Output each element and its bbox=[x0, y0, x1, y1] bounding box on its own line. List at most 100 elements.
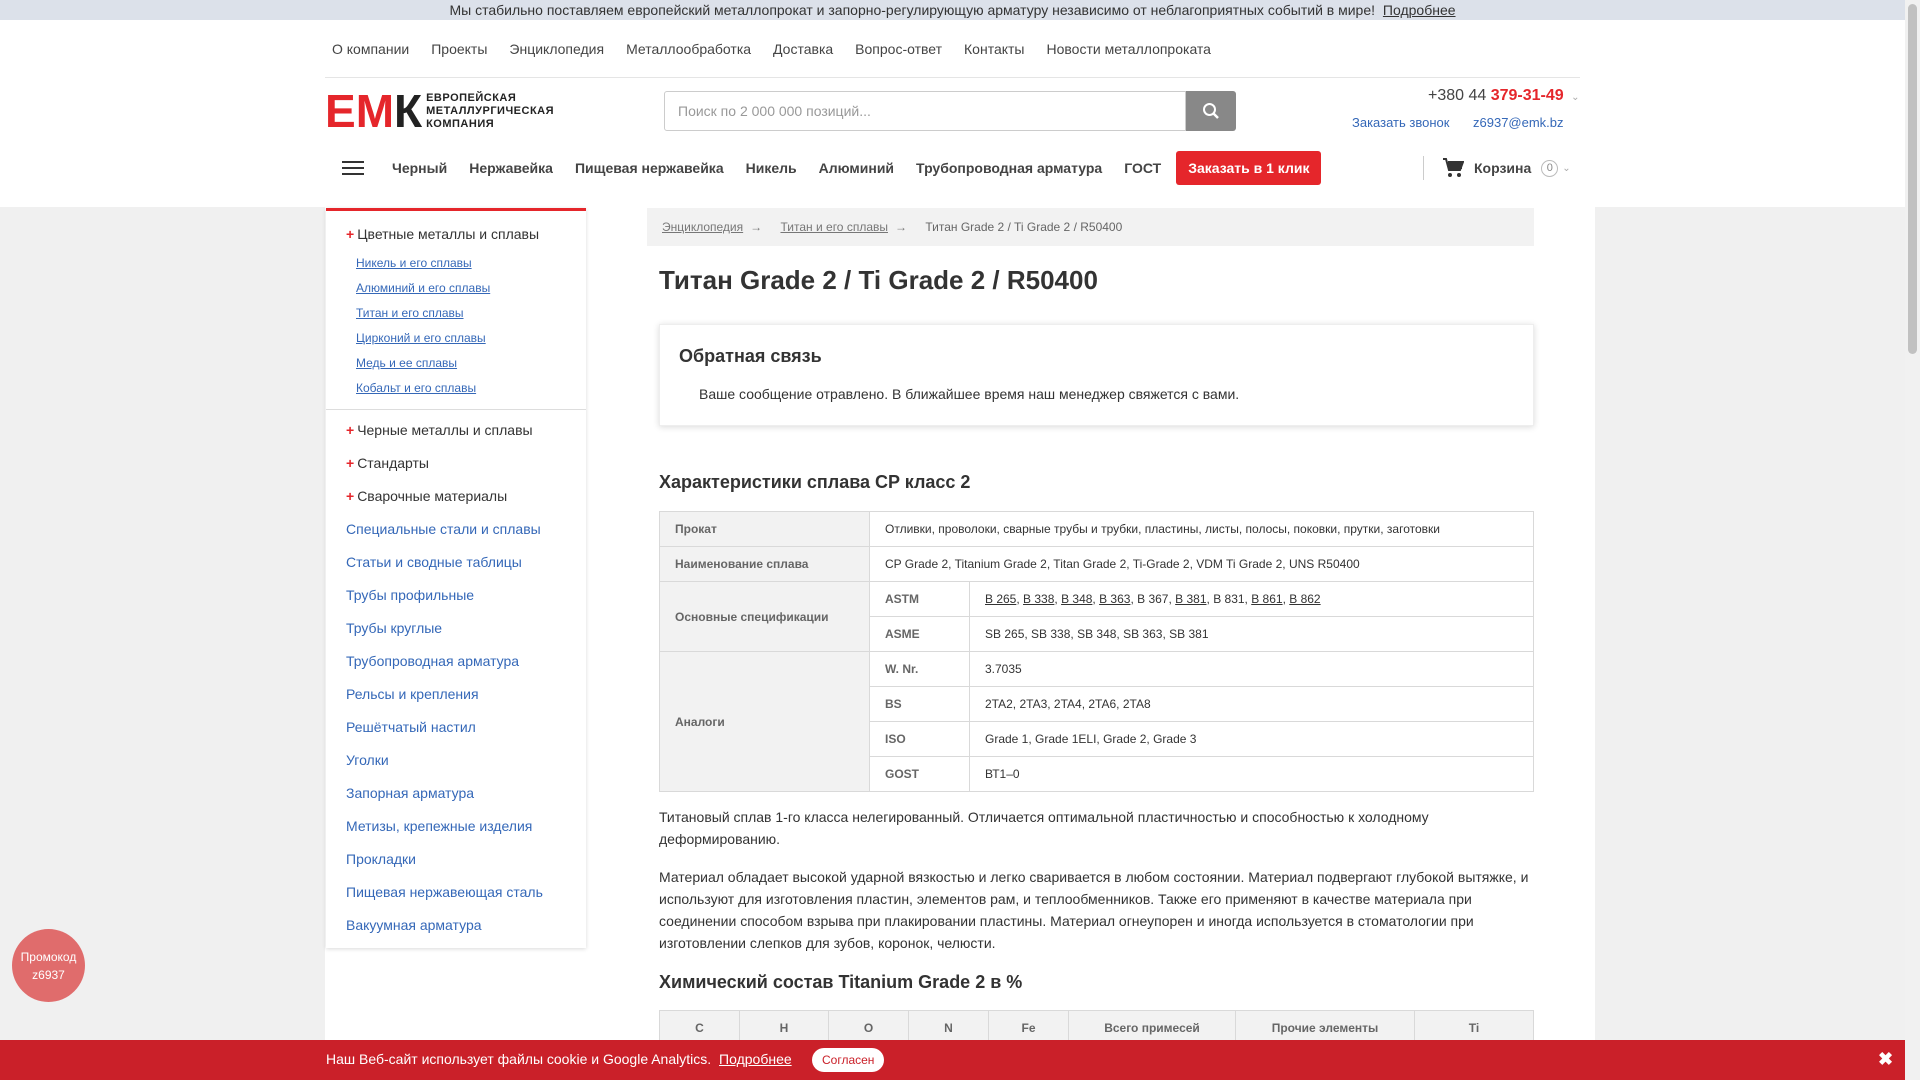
topnav-news[interactable]: Новости металлопроката bbox=[1047, 41, 1211, 57]
close-icon[interactable]: ✖ bbox=[1878, 1049, 1893, 1070]
plus-icon: + bbox=[346, 422, 355, 438]
topnav-encyclopedia[interactable]: Энциклопедия bbox=[509, 41, 604, 57]
sidebar-sub-aluminum[interactable]: Алюминий и его сплавы bbox=[356, 281, 586, 295]
breadcrumb-encyclopedia[interactable]: Энциклопедия bbox=[662, 220, 743, 234]
breadcrumb: Энциклопедия → Титан и его сплавы → Титан … bbox=[647, 208, 1534, 246]
sidebar: + Цветные металлы и сплавы Никель и его с… bbox=[326, 208, 586, 948]
sidebar-sub-zirconium[interactable]: Цирконий и его сплавы bbox=[356, 331, 586, 345]
cookie-message: Наш Веб-сайт использует файлы cookie и G… bbox=[326, 1051, 792, 1067]
description-paragraph: Титановый сплав 1-го класса нелегированн… bbox=[659, 809, 1429, 847]
topnav-about[interactable]: О компании bbox=[332, 41, 409, 57]
category-navigation: Черный Нержавейка Пищевая нержавейка Ник… bbox=[325, 150, 1580, 186]
sidebar-link[interactable]: Прокладки bbox=[326, 843, 586, 876]
spec-value: SB 265, SB 338, SB 348, SB 363, SB 381 bbox=[969, 616, 1534, 652]
scrollbar-thumb[interactable] bbox=[1908, 4, 1917, 354]
sidebar-section-nonferrous[interactable]: + Цветные металлы и сплавы bbox=[326, 223, 586, 245]
topnav-faq[interactable]: Вопрос-ответ bbox=[855, 41, 942, 57]
sidebar-link[interactable]: Трубопроводная арматура bbox=[326, 645, 586, 678]
phone-number[interactable]: +380 44 379-31-49 ⌄ bbox=[1428, 87, 1580, 105]
sidebar-link[interactable]: Специальные стали и сплавы bbox=[326, 513, 586, 546]
spec-key: Прокат bbox=[659, 511, 870, 547]
menu-icon[interactable] bbox=[325, 150, 381, 186]
sidebar-link[interactable]: Вакуумная арматура bbox=[326, 909, 586, 942]
sidebar-link[interactable]: Статьи и сводные таблицы bbox=[326, 546, 586, 579]
logo-mark: ЕМК bbox=[325, 85, 422, 137]
cookie-more-link[interactable]: Подробнее bbox=[719, 1051, 792, 1067]
cookie-accept-button[interactable]: Согласен bbox=[812, 1048, 885, 1072]
sidebar-section-ferrous[interactable]: + Черные металлы и сплавы bbox=[326, 414, 586, 447]
sidebar-link[interactable]: Уголки bbox=[326, 744, 586, 777]
astm-spec-link[interactable]: B 861 bbox=[1251, 592, 1282, 606]
search-button[interactable] bbox=[1186, 91, 1236, 131]
sidebar-section-standards[interactable]: + Стандарты bbox=[326, 447, 586, 480]
cart-icon bbox=[1443, 158, 1464, 177]
company-logo[interactable]: ЕМК ЕВРОПЕЙСКАЯ МЕТАЛЛУРГИЧЕСКАЯ КОМПАНИЯ bbox=[325, 85, 570, 137]
chemical-heading: Химический состав Titanium Grade 2 в % bbox=[659, 972, 1023, 992]
category-stainless[interactable]: Нержавейка bbox=[469, 160, 553, 176]
sidebar-link[interactable]: Трубы круглые bbox=[326, 612, 586, 645]
table-row: Наименование сплава CP Grade 2, Titanium… bbox=[659, 546, 1534, 582]
spec-heading: Характеристики сплава CP класс 2 bbox=[659, 472, 971, 492]
plus-icon: + bbox=[346, 455, 355, 471]
one-click-order-button[interactable]: Заказать в 1 клик bbox=[1176, 151, 1322, 185]
spec-table: Прокат Отливки, проволоки, сварные трубы… bbox=[659, 511, 1534, 792]
spec-value: Отливки, проволоки, сварные трубы и труб… bbox=[869, 511, 1534, 547]
category-pipe-fittings[interactable]: Трубопроводная арматура bbox=[916, 160, 1102, 176]
sidebar-sub-titanium[interactable]: Титан и его сплавы bbox=[356, 306, 586, 320]
topnav-delivery[interactable]: Доставка bbox=[773, 41, 833, 57]
page-scrollbar[interactable] bbox=[1905, 0, 1920, 1080]
sidebar-link[interactable]: Решётчатый настил bbox=[326, 711, 586, 744]
spec-sub-key: ASME bbox=[869, 616, 970, 652]
promo-code-badge[interactable]: Промокод z6937 bbox=[12, 929, 85, 1002]
spec-value: 3.7035 bbox=[969, 651, 1534, 687]
spec-sub-key: ISO bbox=[869, 721, 970, 757]
topnav-metalworking[interactable]: Металлообработка bbox=[626, 41, 751, 57]
table-row: Прокат Отливки, проволоки, сварные трубы… bbox=[659, 511, 1534, 547]
category-gost[interactable]: ГОСТ bbox=[1124, 160, 1161, 176]
astm-spec-text: B 367 bbox=[1137, 592, 1169, 606]
breadcrumb-titanium[interactable]: Титан и его сплавы bbox=[780, 220, 888, 234]
cart-button[interactable]: Корзина 0 ⌄ bbox=[1423, 156, 1571, 180]
announcement-bar: Мы стабильно поставляем европейский мета… bbox=[0, 0, 1905, 20]
category-aluminum[interactable]: Алюминий bbox=[819, 160, 894, 176]
sidebar-link[interactable]: Пищевая нержавеющая сталь bbox=[326, 876, 586, 909]
astm-spec-link[interactable]: B 862 bbox=[1289, 592, 1320, 606]
sidebar-sub-cobalt[interactable]: Кобальт и его сплавы bbox=[356, 381, 586, 395]
sidebar-section-welding[interactable]: + Сварочные материалы bbox=[326, 480, 586, 513]
astm-spec-link[interactable]: B 265 bbox=[985, 592, 1016, 606]
astm-spec-link[interactable]: B 363 bbox=[1099, 592, 1130, 606]
topnav-contacts[interactable]: Контакты bbox=[964, 41, 1024, 57]
sidebar-link[interactable]: Метизы, крепежные изделия bbox=[326, 810, 586, 843]
feedback-message: Ваше сообщение отравлено. В ближайшее вр… bbox=[699, 386, 1240, 402]
sidebar-link[interactable]: Запорная арматура bbox=[326, 777, 586, 810]
spec-value: CP Grade 2, Titanium Grade 2, Titan Grad… bbox=[869, 546, 1534, 582]
category-black[interactable]: Черный bbox=[392, 160, 447, 176]
feedback-box: Обратная связь Ваше сообщение отравлено.… bbox=[659, 324, 1534, 426]
sidebar-sub-copper[interactable]: Медь и ее сплавы bbox=[356, 356, 586, 370]
spec-sub-key: BS bbox=[869, 686, 970, 722]
announcement-more-link[interactable]: Подробнее bbox=[1383, 2, 1456, 18]
spec-sub-key: W. Nr. bbox=[869, 651, 970, 687]
sidebar-link[interactable]: Рельсы и крепления bbox=[326, 678, 586, 711]
sidebar-link[interactable]: Трубы профильные bbox=[326, 579, 586, 612]
search-icon bbox=[1203, 103, 1219, 119]
arrow-right-icon: → bbox=[895, 220, 907, 234]
callback-link[interactable]: Заказать звонок bbox=[1352, 115, 1449, 130]
astm-values: B 265, B 338, B 348, B 363, B 367, B 381… bbox=[969, 581, 1534, 617]
astm-spec-link[interactable]: B 348 bbox=[1061, 592, 1092, 606]
search-input[interactable] bbox=[664, 91, 1186, 131]
astm-spec-link[interactable]: B 338 bbox=[1023, 592, 1054, 606]
category-nickel[interactable]: Никель bbox=[746, 160, 797, 176]
topnav-projects[interactable]: Проекты bbox=[431, 41, 487, 57]
announcement-text: Мы стабильно поставляем европейский мета… bbox=[449, 2, 1376, 18]
chevron-down-icon: ⌄ bbox=[1562, 162, 1571, 174]
sidebar-open-section: + Цветные металлы и сплавы Никель и его с… bbox=[326, 211, 586, 410]
spec-sub-key: GOST bbox=[869, 756, 970, 792]
astm-spec-link[interactable]: B 381 bbox=[1175, 592, 1206, 606]
spec-key: Основные спецификации bbox=[659, 581, 870, 652]
sidebar-sub-nickel[interactable]: Никель и его сплавы bbox=[356, 256, 586, 270]
email-link[interactable]: z6937@emk.bz bbox=[1473, 115, 1564, 130]
category-food-stainless[interactable]: Пищевая нержавейка bbox=[575, 160, 724, 176]
logo-text: ЕВРОПЕЙСКАЯ МЕТАЛЛУРГИЧЕСКАЯ КОМПАНИЯ bbox=[426, 91, 555, 130]
feedback-title: Обратная связь bbox=[679, 346, 822, 366]
